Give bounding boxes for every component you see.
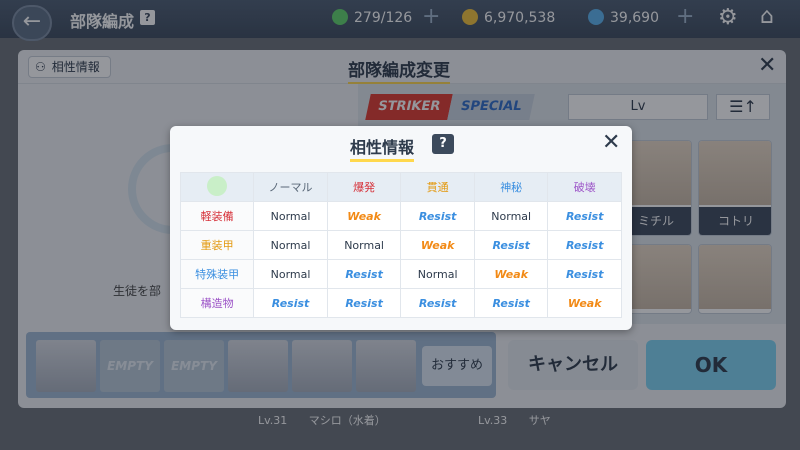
affinity-value: Normal <box>491 209 532 223</box>
table-cell: Resist <box>547 201 622 231</box>
affinity-value: Resist <box>345 267 383 281</box>
affinity-value: Weak <box>494 267 529 281</box>
affinity-value: Resist <box>492 238 530 252</box>
close-icon[interactable]: ✕ <box>602 130 620 155</box>
table-row: 特殊装甲 Normal Resist Normal Weak Resist <box>179 259 622 289</box>
table-cell: Normal <box>253 230 328 260</box>
modal-title: 相性情報 <box>350 134 415 162</box>
table-cell: Weak <box>473 259 549 289</box>
table-cell: Normal <box>253 201 328 231</box>
row-header: 構造物 <box>179 288 255 318</box>
table-cell: Weak <box>326 201 402 231</box>
table-cell: Normal <box>326 230 402 260</box>
table-cell: Weak <box>400 230 475 260</box>
help-icon[interactable]: ? <box>432 134 454 154</box>
affinity-modal: 相性情報 ? ✕ ノーマル 爆発 貫通 神秘 破壊 軽装備 Normal Weak Resist… <box>170 126 632 330</box>
affinity-value: Normal <box>270 238 311 252</box>
table-row: 構造物 Resist Resist Resist Resist Weak <box>179 288 622 318</box>
table-cell: Normal <box>473 201 549 231</box>
table-corner <box>179 172 255 202</box>
column-header: 爆発 <box>326 172 402 202</box>
table-cell: Resist <box>473 230 549 260</box>
affinity-value: Resist <box>345 296 383 310</box>
column-header: 貫通 <box>400 172 475 202</box>
table-cell: Weak <box>547 288 622 318</box>
affinity-value: Resist <box>565 238 604 252</box>
column-header: ノーマル <box>253 172 328 202</box>
column-header: 神秘 <box>473 172 549 202</box>
affinity-value: Resist <box>565 267 604 281</box>
cursor-indicator <box>207 175 228 196</box>
affinity-value: Weak <box>347 209 381 223</box>
affinity-value: Resist <box>418 209 457 223</box>
table-cell: Resist <box>253 288 328 318</box>
affinity-value: Resist <box>492 296 530 310</box>
affinity-value: Normal <box>417 267 458 281</box>
affinity-value: Resist <box>565 209 604 223</box>
row-header: 特殊装甲 <box>179 259 255 289</box>
affinity-value: Normal <box>270 209 311 223</box>
table-cell: Resist <box>400 288 475 318</box>
affinity-table: ノーマル 爆発 貫通 神秘 破壊 軽装備 Normal Weak Resist Normal Res… <box>179 172 622 318</box>
table-cell: Resist <box>326 288 402 318</box>
table-cell: Resist <box>473 288 549 318</box>
table-cell: Normal <box>400 259 475 289</box>
table-row: 軽装備 Normal Weak Resist Normal Resist <box>179 201 622 231</box>
affinity-value: Normal <box>270 267 311 281</box>
table-header-row: ノーマル 爆発 貫通 神秘 破壊 <box>179 172 622 202</box>
affinity-value: Resist <box>271 296 310 310</box>
table-cell: Resist <box>326 259 402 289</box>
affinity-value: Normal <box>344 238 384 252</box>
table-cell: Resist <box>400 201 475 231</box>
affinity-value: Resist <box>418 296 457 310</box>
affinity-value: Weak <box>420 238 455 252</box>
column-header: 破壊 <box>547 172 622 202</box>
table-cell: Resist <box>547 259 622 289</box>
row-header: 軽装備 <box>179 201 255 231</box>
table-cell: Normal <box>253 259 328 289</box>
table-cell: Resist <box>547 230 622 260</box>
affinity-value: Weak <box>567 296 602 310</box>
table-row: 重装甲 Normal Normal Weak Resist Resist <box>179 230 622 260</box>
row-header: 重装甲 <box>179 230 255 260</box>
